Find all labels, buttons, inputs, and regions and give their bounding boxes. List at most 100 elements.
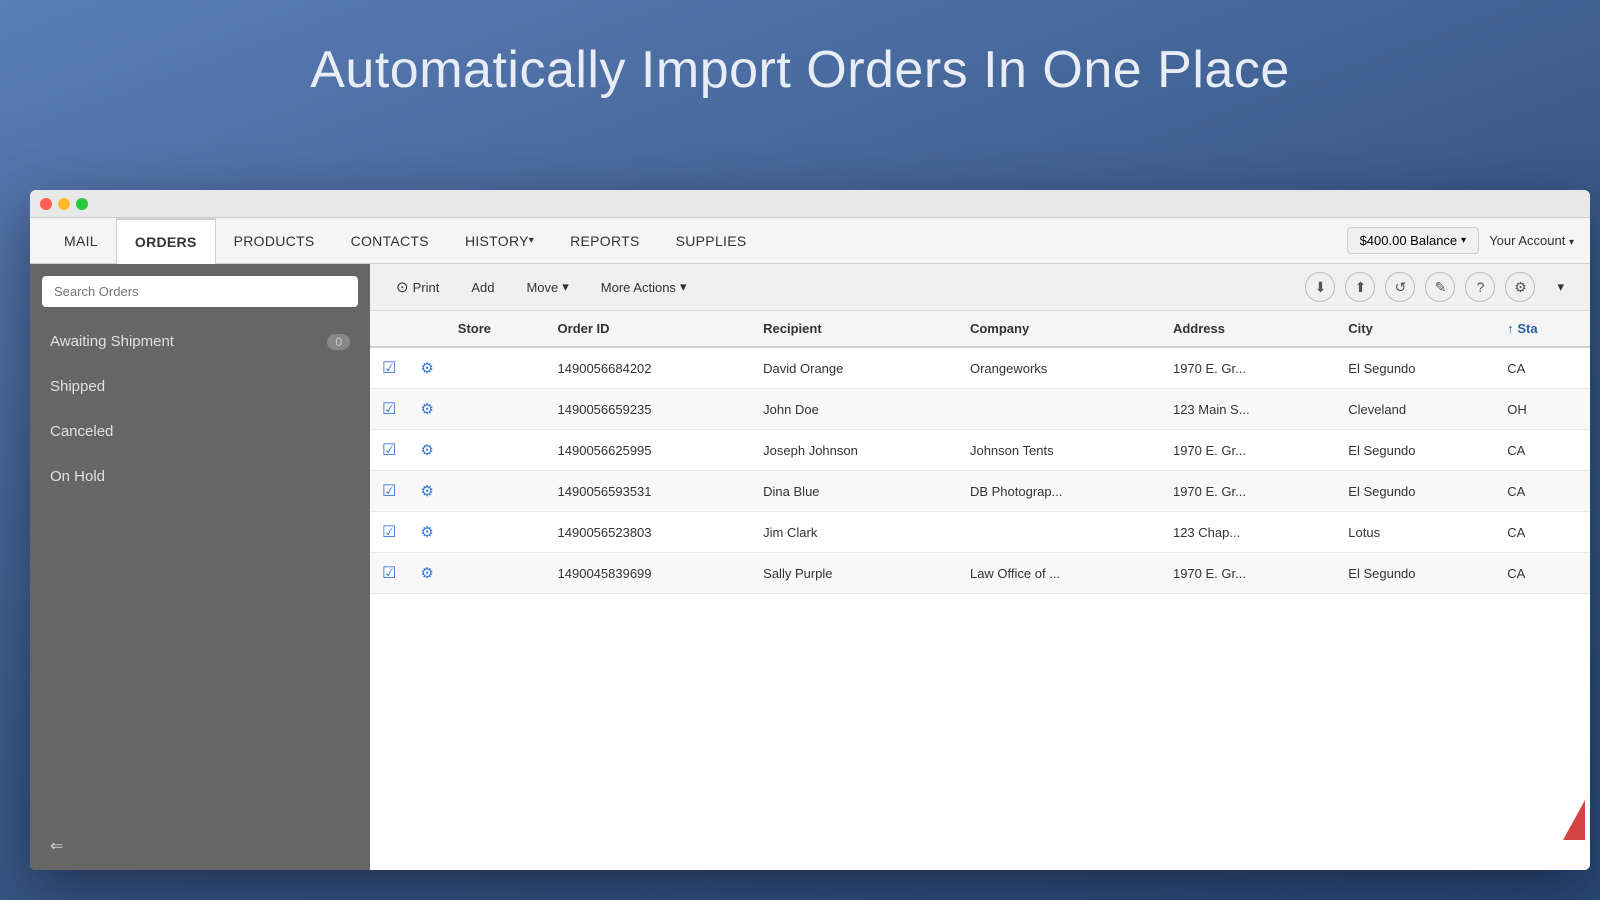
row-order-id: 1490056659235: [546, 389, 752, 430]
checkbox-icon: ☑: [382, 360, 396, 377]
toolbar-right-icons: ⬇ ⬆ ↺ ✎ ? ⚙ ▾: [1305, 272, 1576, 302]
orders-data-table: Store Order ID Recipient Company Address…: [370, 311, 1590, 594]
search-input[interactable]: [42, 276, 358, 307]
row-address: 1970 E. Gr...: [1161, 347, 1336, 389]
nav-orders[interactable]: ORDERS: [116, 218, 216, 264]
row-address: 1970 E. Gr...: [1161, 553, 1336, 594]
col-check: [370, 311, 408, 347]
more-actions-button[interactable]: More Actions ▾: [589, 274, 699, 300]
sidebar: Awaiting Shipment 0 Shipped Canceled On …: [30, 264, 370, 870]
download-icon-btn[interactable]: ⬇: [1305, 272, 1335, 302]
col-recipient: Recipient: [751, 311, 958, 347]
row-recipient: John Doe: [751, 389, 958, 430]
row-company: [958, 389, 1161, 430]
balance-dropdown-icon: ▾: [1461, 235, 1466, 246]
move-button[interactable]: Move ▾: [514, 274, 580, 300]
row-company: DB Photograp...: [958, 471, 1161, 512]
settings-icon-btn[interactable]: ⚙: [1505, 272, 1535, 302]
row-gear[interactable]: ⚙: [408, 512, 445, 553]
upload-icon-btn[interactable]: ⬆: [1345, 272, 1375, 302]
table-row[interactable]: ☑ ⚙ 1490056659235 John Doe 123 Main S...…: [370, 389, 1590, 430]
row-state: OH: [1495, 389, 1590, 430]
row-check[interactable]: ☑: [370, 512, 408, 553]
nav-reports[interactable]: REPORTS: [552, 218, 658, 264]
navbar: MAIL ORDERS PRODUCTS CONTACTS HISTORY ▾ …: [30, 218, 1590, 264]
minimize-button[interactable]: [58, 198, 70, 210]
row-state: CA: [1495, 512, 1590, 553]
row-recipient: Sally Purple: [751, 553, 958, 594]
row-recipient: David Orange: [751, 347, 958, 389]
row-address: 1970 E. Gr...: [1161, 430, 1336, 471]
close-button[interactable]: [40, 198, 52, 210]
refresh-icon-btn[interactable]: ↺: [1385, 272, 1415, 302]
red-arrow-decoration: [1563, 800, 1585, 840]
row-check[interactable]: ☑: [370, 553, 408, 594]
move-dropdown-icon: ▾: [562, 279, 569, 295]
sidebar-item-canceled[interactable]: Canceled: [30, 409, 370, 454]
nav-contacts[interactable]: CONTACTS: [333, 218, 447, 264]
nav-products[interactable]: PRODUCTS: [216, 218, 333, 264]
balance-button[interactable]: $400.00 Balance ▾: [1347, 227, 1480, 254]
row-gear[interactable]: ⚙: [408, 430, 445, 471]
row-store: [446, 471, 546, 512]
row-check[interactable]: ☑: [370, 430, 408, 471]
row-store: [446, 347, 546, 389]
row-address: 123 Main S...: [1161, 389, 1336, 430]
nav-history[interactable]: HISTORY ▾: [447, 218, 552, 264]
row-city: Lotus: [1336, 512, 1495, 553]
row-gear[interactable]: ⚙: [408, 553, 445, 594]
col-order-id: Order ID: [546, 311, 752, 347]
table-row[interactable]: ☑ ⚙ 1490056593531 Dina Blue DB Photograp…: [370, 471, 1590, 512]
gear-icon: ⚙: [420, 565, 433, 582]
sidebar-collapse-arrow[interactable]: ⇐: [30, 822, 370, 870]
row-gear[interactable]: ⚙: [408, 389, 445, 430]
row-state: CA: [1495, 347, 1590, 389]
edit-icon-btn[interactable]: ✎: [1425, 272, 1455, 302]
row-company: Johnson Tents: [958, 430, 1161, 471]
slide-title: Automatically Import Orders In One Place: [0, 40, 1600, 100]
row-address: 123 Chap...: [1161, 512, 1336, 553]
checkbox-icon: ☑: [382, 524, 396, 541]
row-company: [958, 512, 1161, 553]
row-store: [446, 430, 546, 471]
traffic-lights: [40, 198, 88, 210]
sidebar-item-awaiting[interactable]: Awaiting Shipment 0: [30, 319, 370, 364]
print-button[interactable]: ⊙ Print: [384, 273, 451, 301]
add-button[interactable]: Add: [459, 275, 506, 300]
sidebar-item-shipped[interactable]: Shipped: [30, 364, 370, 409]
right-panel: ⊙ Print Add Move ▾ More Actions ▾ ⬇ ⬆: [370, 264, 1590, 870]
help-icon-btn[interactable]: ?: [1465, 272, 1495, 302]
row-gear[interactable]: ⚙: [408, 471, 445, 512]
row-city: El Segundo: [1336, 471, 1495, 512]
row-recipient: Joseph Johnson: [751, 430, 958, 471]
col-store: Store: [446, 311, 546, 347]
row-check[interactable]: ☑: [370, 347, 408, 389]
gear-icon: ⚙: [420, 360, 433, 377]
checkbox-icon: ☑: [382, 442, 396, 459]
table-row[interactable]: ☑ ⚙ 1490056684202 David Orange Orangewor…: [370, 347, 1590, 389]
nav-mail[interactable]: MAIL: [46, 218, 116, 264]
row-state: CA: [1495, 430, 1590, 471]
row-company: Orangeworks: [958, 347, 1161, 389]
row-check[interactable]: ☑: [370, 389, 408, 430]
nav-supplies[interactable]: SUPPLIES: [658, 218, 765, 264]
sidebar-item-onhold[interactable]: On Hold: [30, 454, 370, 499]
gear-icon: ⚙: [420, 483, 433, 500]
table-row[interactable]: ☑ ⚙ 1490045839699 Sally Purple Law Offic…: [370, 553, 1590, 594]
checkbox-icon: ☑: [382, 401, 396, 418]
row-address: 1970 E. Gr...: [1161, 471, 1336, 512]
row-order-id: 1490056523803: [546, 512, 752, 553]
account-dropdown-icon: ▾: [1569, 237, 1574, 248]
table-row[interactable]: ☑ ⚙ 1490056523803 Jim Clark 123 Chap... …: [370, 512, 1590, 553]
row-gear[interactable]: ⚙: [408, 347, 445, 389]
row-state: CA: [1495, 553, 1590, 594]
toolbar-dropdown-btn[interactable]: ▾: [1545, 274, 1576, 300]
table-row[interactable]: ☑ ⚙ 1490056625995 Joseph Johnson Johnson…: [370, 430, 1590, 471]
maximize-button[interactable]: [76, 198, 88, 210]
col-state[interactable]: ↑ Sta: [1495, 311, 1590, 347]
row-check[interactable]: ☑: [370, 471, 408, 512]
orders-table[interactable]: Store Order ID Recipient Company Address…: [370, 311, 1590, 870]
account-button[interactable]: Your Account ▾: [1489, 233, 1574, 248]
checkbox-icon: ☑: [382, 483, 396, 500]
row-city: El Segundo: [1336, 553, 1495, 594]
